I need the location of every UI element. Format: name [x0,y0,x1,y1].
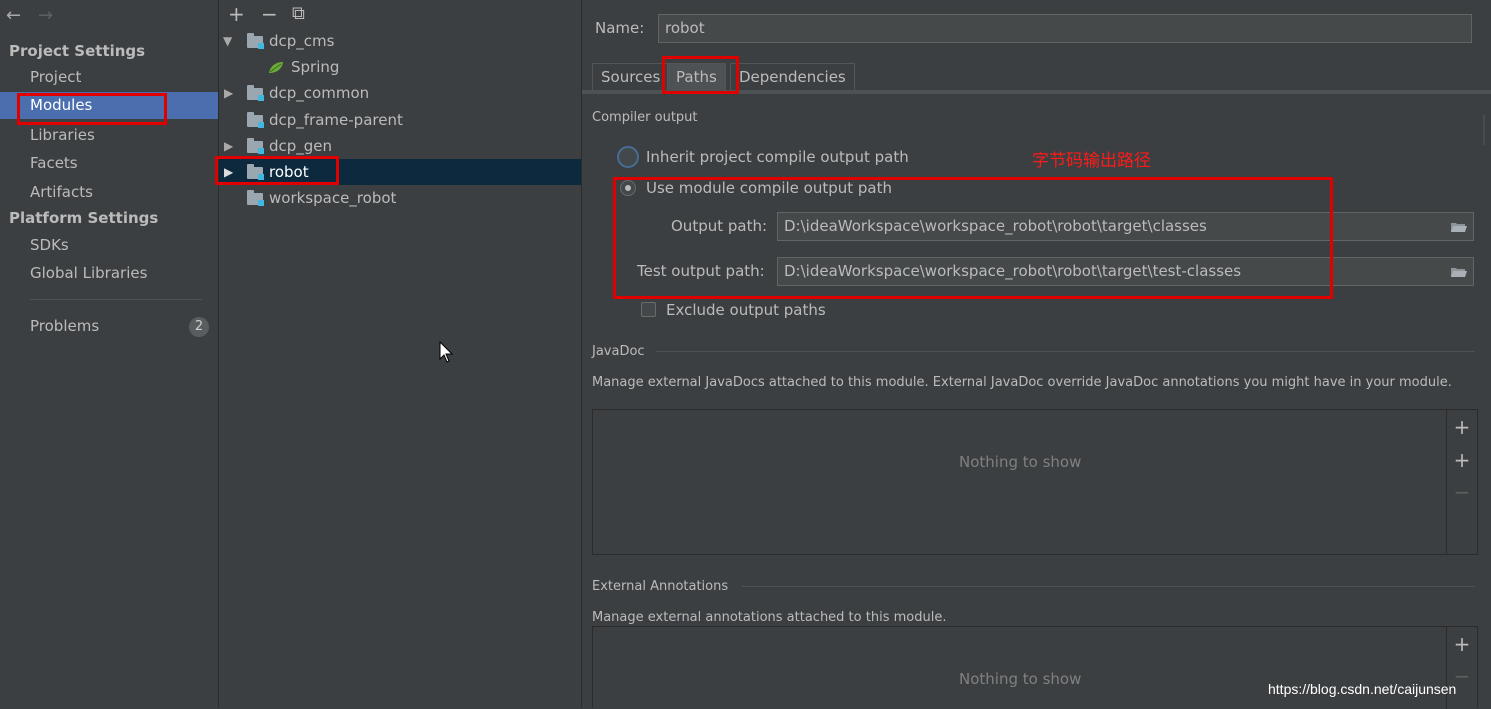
spring-leaf-icon [269,62,283,73]
remove-javadoc-button[interactable]: − [1447,480,1477,504]
javadoc-empty-text: Nothing to show [959,453,1082,471]
highlight-paths-tab [662,56,739,94]
highlight-output-paths [613,177,1333,299]
back-arrow-icon[interactable]: ← [6,5,21,26]
tree-node-spring[interactable]: Spring [219,54,581,80]
add-javadoc-button[interactable]: + [1447,415,1477,439]
sidebar-item-facets[interactable]: Facets [0,150,218,177]
browse-folder-icon[interactable] [1450,266,1467,278]
tree-node-dcp-common[interactable]: ▶ dcp_common [219,80,581,106]
module-settings-panel [582,0,1491,708]
sidebar-item-artifacts[interactable]: Artifacts [0,179,218,206]
sidebar-divider [30,299,202,300]
scrollbar-thumb[interactable] [1483,115,1485,145]
tree-node-label: workspace_robot [269,189,397,207]
watermark: https://blog.csdn.net/caijunsen [1268,681,1457,697]
bytecode-output-annotation: 字节码输出路径 [1032,151,1151,171]
sidebar-item-sdks[interactable]: SDKs [0,232,218,259]
highlight-modules [17,93,167,125]
tree-node-label: dcp_common [269,84,370,102]
project-settings-header: Project Settings [9,42,146,60]
module-folder-icon [247,112,264,128]
tree-node-label: Spring [291,58,340,76]
sidebar-item-libraries[interactable]: Libraries [0,122,218,149]
sidebar-item-project[interactable]: Project [0,64,218,91]
module-folder-icon [247,190,264,206]
remove-module-button[interactable]: − [261,2,278,26]
javadoc-list[interactable]: Nothing to show + + − [592,409,1478,555]
javadoc-list-toolbar: + + − [1446,410,1478,554]
inherit-output-radio[interactable] [617,146,639,168]
inherit-output-label[interactable]: Inherit project compile output path [646,148,909,166]
module-folder-icon [247,85,264,101]
forward-arrow-icon[interactable]: → [38,5,53,26]
exclude-output-checkbox[interactable] [641,302,656,317]
javadoc-title: JavaDoc [592,344,645,359]
javadoc-divider [656,351,1475,352]
highlight-robot [215,156,339,185]
tree-node-dcp-frame-parent[interactable]: dcp_frame-parent [219,107,581,133]
problems-count-badge: 2 [189,317,209,337]
external-annotations-title: External Annotations [592,579,729,594]
add-javadoc-url-icon[interactable]: + [1447,448,1477,472]
module-folder-icon [247,138,264,154]
mouse-cursor-icon [439,341,453,363]
exclude-output-label[interactable]: Exclude output paths [666,301,826,319]
compiler-output-title: Compiler output [592,110,698,125]
module-tree-panel: + − ⧉ ▼ dcp_cms Spring ▶ dcp_common dcp_… [219,0,582,708]
browse-folder-icon[interactable] [1450,221,1467,233]
module-name-input[interactable]: robot [658,14,1472,43]
problems-label: Problems [30,317,100,335]
name-label: Name: [595,19,645,37]
external-annotations-description: Manage external annotations attached to … [592,610,947,625]
tree-node-workspace-robot[interactable]: workspace_robot [219,185,581,211]
expand-arrow-icon[interactable]: ▼ [223,28,232,54]
sidebar-item-global-libraries[interactable]: Global Libraries [0,260,218,287]
copy-module-icon[interactable]: ⧉ [292,3,305,24]
sidebar-item-problems[interactable]: Problems 2 [0,313,218,340]
javadoc-description: Manage external JavaDocs attached to thi… [592,375,1452,390]
add-module-button[interactable]: + [228,2,245,26]
tab-dependencies[interactable]: Dependencies [730,63,855,90]
tree-node-label: dcp_frame-parent [269,111,403,129]
annotations-empty-text: Nothing to show [959,670,1082,688]
collapse-arrow-icon[interactable]: ▶ [224,80,233,106]
add-annotation-button[interactable]: + [1447,632,1477,656]
external-annotations-divider [742,586,1475,587]
tree-node-dcp-cms[interactable]: ▼ dcp_cms [219,28,581,54]
tree-node-label: dcp_cms [269,32,335,50]
tab-sources[interactable]: Sources [592,63,670,90]
module-folder-icon [247,33,264,49]
platform-settings-header: Platform Settings [9,209,159,227]
